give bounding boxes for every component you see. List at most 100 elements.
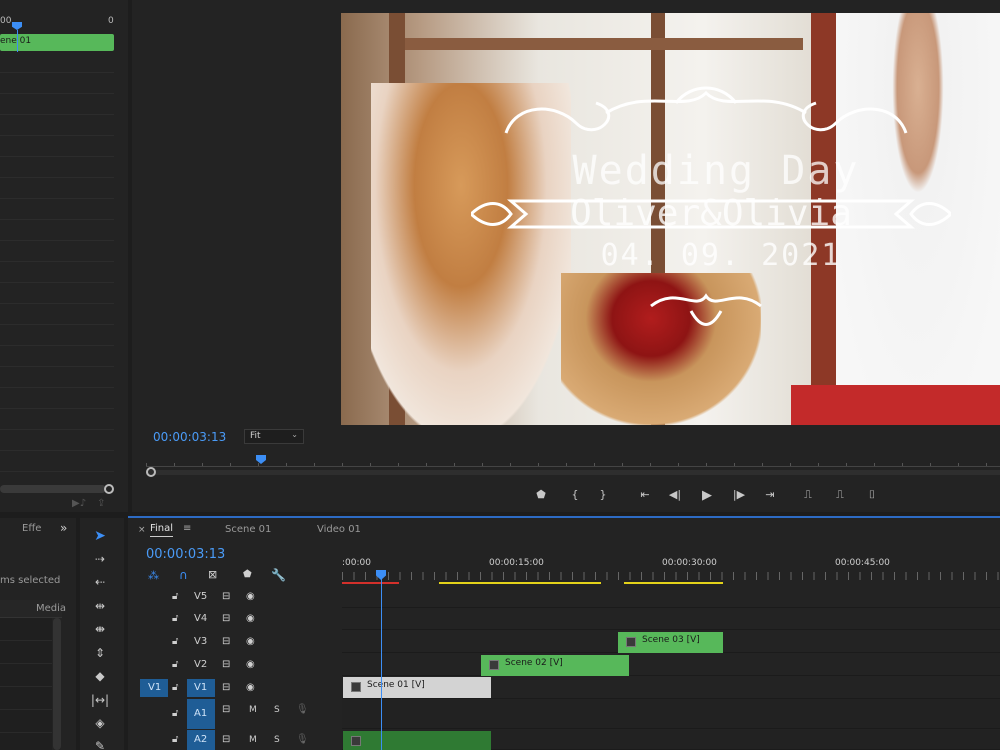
track-name: A1 — [194, 708, 208, 719]
lift-icon[interactable]: ⎍ — [800, 488, 816, 502]
overlay-date: 04. 09. 2021 — [600, 238, 842, 273]
eye-icon[interactable]: ◉ — [246, 636, 255, 647]
play-icon[interactable]: ▶ — [699, 488, 715, 503]
selection-tool-icon[interactable]: ➤ — [86, 528, 114, 548]
microphone-icon[interactable]: 🎙︎ — [296, 704, 309, 715]
close-icon[interactable]: × — [138, 525, 146, 535]
track-target-v1[interactable]: V1 — [187, 679, 215, 697]
mute-button[interactable]: M — [249, 735, 257, 745]
eye-icon[interactable]: ◉ — [246, 682, 255, 693]
tab-menu-icon[interactable]: ≡ — [183, 523, 191, 534]
slip-tool-icon[interactable]: |↔| — [86, 693, 114, 713]
microphone-icon[interactable]: 🎙︎ — [296, 734, 309, 745]
source-playhead-marker[interactable] — [12, 22, 22, 30]
mark-out-icon[interactable]: } — [595, 488, 611, 501]
export-icon[interactable]: ⇪ — [97, 498, 105, 509]
lock-icon[interactable]: 🔓︎ — [172, 659, 178, 670]
eye-icon[interactable]: ◉ — [246, 591, 255, 602]
toggle-sync-icon[interactable]: ⊟ — [222, 682, 230, 693]
source-scroll-handle[interactable] — [104, 484, 114, 494]
clip-scene-03[interactable]: Scene 03 [V] — [618, 632, 723, 653]
timeline-marker-icon[interactable]: ⬟ — [243, 569, 252, 580]
project-panel: Effe » ms selected Media — [0, 518, 76, 750]
track-name: V3 — [194, 636, 208, 647]
export-frame-icon[interactable]: ⌷ — [864, 488, 880, 502]
zoom-select[interactable]: Fit ⌄ — [244, 429, 304, 444]
source-patch-v1[interactable]: V1 — [140, 679, 168, 697]
rolling-edit-tool-icon[interactable]: ⇼ — [86, 622, 114, 642]
source-grid — [0, 52, 114, 482]
timeline-playhead-line — [381, 578, 382, 750]
project-scrollbar[interactable] — [53, 618, 61, 750]
lock-icon[interactable]: 🔓︎ — [172, 734, 178, 745]
lock-icon[interactable]: 🔓︎ — [172, 682, 178, 693]
lock-icon[interactable]: 🔓︎ — [172, 613, 178, 624]
eye-icon[interactable]: ◉ — [246, 659, 255, 670]
program-monitor: Wedding Day Oliver&Olivia 04. 09. 2021 0… — [132, 0, 1000, 512]
gift-box — [791, 385, 1000, 425]
clip-scene-01[interactable]: Scene 01 [V] — [343, 677, 491, 698]
program-ruler[interactable] — [146, 455, 1000, 467]
ripple-edit-tool-icon[interactable]: ⇹ — [86, 599, 114, 619]
track-lane-v2[interactable] — [342, 654, 1000, 676]
track-lane-a1[interactable] — [342, 699, 1000, 729]
add-marker-icon[interactable]: ⬟ — [533, 488, 549, 501]
source-ruler-end: 0 — [108, 16, 114, 26]
track-select-back-tool-icon[interactable]: ⇠ — [86, 575, 114, 595]
rate-stretch-tool-icon[interactable]: ⇕ — [86, 646, 114, 666]
step-back-icon[interactable]: ◀| — [667, 488, 683, 501]
zoom-select-value: Fit — [250, 431, 261, 441]
lock-icon[interactable]: 🔓︎ — [172, 708, 178, 719]
tab-effects[interactable]: Effe — [22, 523, 41, 534]
snap-icon[interactable]: ⁂ — [148, 569, 159, 582]
pen-tool-icon[interactable]: ✎ — [86, 739, 114, 750]
clip-scene-02[interactable]: Scene 02 [V] — [481, 655, 629, 676]
insert-icon[interactable]: ▶♪ — [72, 498, 86, 509]
track-name: V4 — [194, 613, 208, 624]
slide-tool-icon[interactable]: ◈ — [86, 716, 114, 736]
wrench-icon[interactable]: 🔧 — [271, 568, 286, 582]
track-header-v2: 🔓︎ V2 ⊟ ◉ — [130, 654, 342, 676]
toggle-sync-icon[interactable]: ⊟ — [222, 734, 230, 745]
column-header-media[interactable]: Media — [0, 600, 66, 618]
panel-overflow-icon[interactable]: » — [60, 521, 67, 535]
program-scrollbar[interactable] — [146, 470, 1000, 475]
timeline-timecode[interactable]: 00:00:03:13 — [146, 547, 225, 562]
eye-icon[interactable]: ◉ — [246, 613, 255, 624]
go-to-out-icon[interactable]: ⇥ — [762, 488, 778, 501]
source-scrollbar[interactable] — [0, 485, 106, 493]
mark-in-icon[interactable]: { — [567, 488, 583, 501]
tab-video-01[interactable]: Video 01 — [317, 524, 361, 535]
linked-selection-icon[interactable]: ∩ — [179, 568, 188, 582]
toggle-sync-icon[interactable]: ⊟ — [222, 613, 230, 624]
solo-button[interactable]: S — [274, 705, 280, 715]
ornament-top-icon — [496, 83, 916, 143]
toggle-sync-icon[interactable]: ⊟ — [222, 636, 230, 647]
ruler-label: :00:00 — [342, 558, 371, 568]
razor-tool-icon[interactable]: ◆ — [86, 669, 114, 689]
track-target-a1[interactable]: A1 — [187, 699, 215, 729]
program-scroll-handle[interactable] — [146, 467, 156, 477]
mute-button[interactable]: M — [249, 705, 257, 715]
lock-icon[interactable]: 🔓︎ — [172, 636, 178, 647]
solo-button[interactable]: S — [274, 735, 280, 745]
go-to-in-icon[interactable]: ⇤ — [637, 488, 653, 501]
chevron-down-icon: ⌄ — [291, 430, 298, 439]
tab-scene-01[interactable]: Scene 01 — [225, 524, 271, 535]
lock-icon[interactable]: 🔓︎ — [172, 591, 178, 602]
track-select-tool-icon[interactable]: ⇢ — [86, 552, 114, 572]
program-timecode[interactable]: 00:00:03:13 — [153, 430, 226, 444]
track-lane-v4[interactable] — [342, 608, 1000, 630]
step-forward-icon[interactable]: |▶ — [731, 488, 747, 501]
toggle-sync-icon[interactable]: ⊟ — [222, 704, 230, 715]
insert-sequence-icon[interactable]: ⊠ — [208, 568, 217, 581]
track-target-a2[interactable]: A2 — [187, 730, 215, 750]
clip-audio-a2[interactable] — [343, 731, 491, 750]
toggle-sync-icon[interactable]: ⊟ — [222, 659, 230, 670]
track-lane-v5[interactable] — [342, 586, 1000, 608]
timeline-ruler[interactable]: :00:00 00:00:15:00 00:00:30:00 00:00:45:… — [342, 554, 1000, 586]
ruler-label: 00:00:30:00 — [662, 558, 717, 568]
extract-icon[interactable]: ⎍ — [832, 488, 848, 502]
toggle-sync-icon[interactable]: ⊟ — [222, 591, 230, 602]
tab-final[interactable]: Final — [150, 523, 174, 537]
